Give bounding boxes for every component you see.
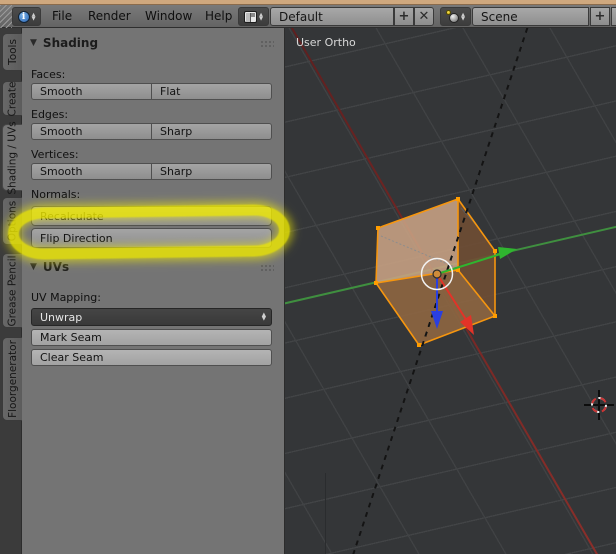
faces-flat-button[interactable]: Flat — [152, 83, 272, 100]
screen-layout-icon — [244, 10, 258, 23]
3d-viewport[interactable]: User Ortho — [285, 28, 616, 554]
uvs-panel-header[interactable]: ▼ UVs — [30, 260, 69, 274]
sidebar-tab-floorgenerator[interactable]: Floorgenerator — [2, 337, 22, 421]
add-scene-button[interactable]: + — [590, 7, 610, 26]
faces-smooth-button[interactable]: Smooth — [31, 83, 152, 100]
dropdown-value: Unwrap — [40, 310, 83, 324]
corner-resize-grip[interactable] — [0, 5, 12, 28]
close-scene-button[interactable]: ✕ — [611, 7, 616, 26]
toolshelf-panel: ▼ Shading Faces: Smooth Flat Edges: Smoo… — [22, 28, 285, 554]
sidebar-tab-grease-pencil[interactable]: Grease Pencil — [2, 253, 22, 328]
vertices-smooth-button[interactable]: Smooth — [31, 163, 152, 180]
flip-direction-button[interactable]: Flip Direction — [31, 228, 272, 248]
shading-panel-header[interactable]: ▼ Shading — [30, 36, 98, 50]
panel-title: UVs — [42, 260, 70, 274]
menu-help[interactable]: Help — [205, 9, 232, 23]
edges-label: Edges: — [31, 108, 69, 121]
spinner-arrows-icon: ▲ ▼ — [261, 311, 266, 322]
info-icon: i — [17, 10, 30, 23]
screen-layout-name-field[interactable]: Default — [270, 7, 394, 26]
scene-icon — [446, 10, 460, 23]
blender-window: i ▲ ▼ File Render Window Help ▲ ▼ Default … — [0, 0, 616, 554]
add-layout-button[interactable]: + — [394, 7, 414, 26]
toolshelf-tab-strip: Tools Create Shading / UVs Options Greas… — [0, 28, 23, 554]
recalculate-normals-button[interactable]: Recalculate — [31, 206, 272, 226]
3d-cursor-ring — [588, 394, 610, 416]
sidebar-tab-create[interactable]: Create — [2, 81, 22, 116]
manipulator-x-arrowhead[interactable] — [460, 315, 474, 335]
collapse-triangle-icon: ▼ — [30, 38, 37, 48]
screen-layout-selector[interactable]: ▲ ▼ — [238, 7, 269, 26]
menu-render[interactable]: Render — [88, 9, 131, 23]
scene-name-field[interactable]: Scene — [472, 7, 589, 26]
vertices-sharp-button[interactable]: Sharp — [152, 163, 272, 180]
view-orientation-label: User Ortho — [296, 36, 356, 49]
manipulator-y-arrowhead[interactable] — [498, 247, 517, 259]
scene-selector[interactable]: ▲ ▼ — [440, 7, 471, 26]
uv-unwrap-dropdown[interactable]: Unwrap ▲ ▼ — [31, 308, 272, 326]
vertices-label: Vertices: — [31, 148, 79, 161]
menu-window[interactable]: Window — [145, 9, 192, 23]
sidebar-tab-tools[interactable]: Tools — [2, 33, 22, 71]
spinner-arrows-icon: ▲ ▼ — [259, 11, 263, 22]
info-header-bar: i ▲ ▼ File Render Window Help ▲ ▼ Default … — [0, 5, 616, 28]
3d-cursor[interactable] — [584, 390, 614, 420]
transform-manipulator[interactable] — [285, 28, 616, 554]
collapse-triangle-icon: ▼ — [30, 262, 37, 272]
normals-label: Normals: — [31, 188, 81, 201]
manipulator-z-arrowhead[interactable] — [431, 311, 443, 329]
edges-sharp-button[interactable]: Sharp — [152, 123, 272, 140]
mark-seam-button[interactable]: Mark Seam — [31, 329, 272, 346]
panel-title: Shading — [42, 36, 99, 50]
menu-file[interactable]: File — [52, 9, 72, 23]
object-origin-dot — [432, 269, 442, 279]
sidebar-tab-options[interactable]: Options — [2, 197, 22, 245]
spinner-arrows-icon: ▲ ▼ — [461, 11, 465, 22]
editor-type-selector[interactable]: i ▲ ▼ — [12, 7, 41, 26]
clear-seam-button[interactable]: Clear Seam — [31, 349, 272, 366]
close-layout-button[interactable]: ✕ — [414, 7, 434, 26]
panel-drag-dots-icon[interactable] — [260, 264, 274, 273]
panel-drag-dots-icon[interactable] — [260, 40, 274, 49]
sidebar-tab-shading-uvs[interactable]: Shading / UVs — [2, 121, 23, 194]
edges-smooth-button[interactable]: Smooth — [31, 123, 152, 140]
spinner-arrows-icon: ▲ ▼ — [31, 11, 36, 22]
faces-label: Faces: — [31, 68, 66, 81]
uv-mapping-label: UV Mapping: — [31, 291, 101, 304]
